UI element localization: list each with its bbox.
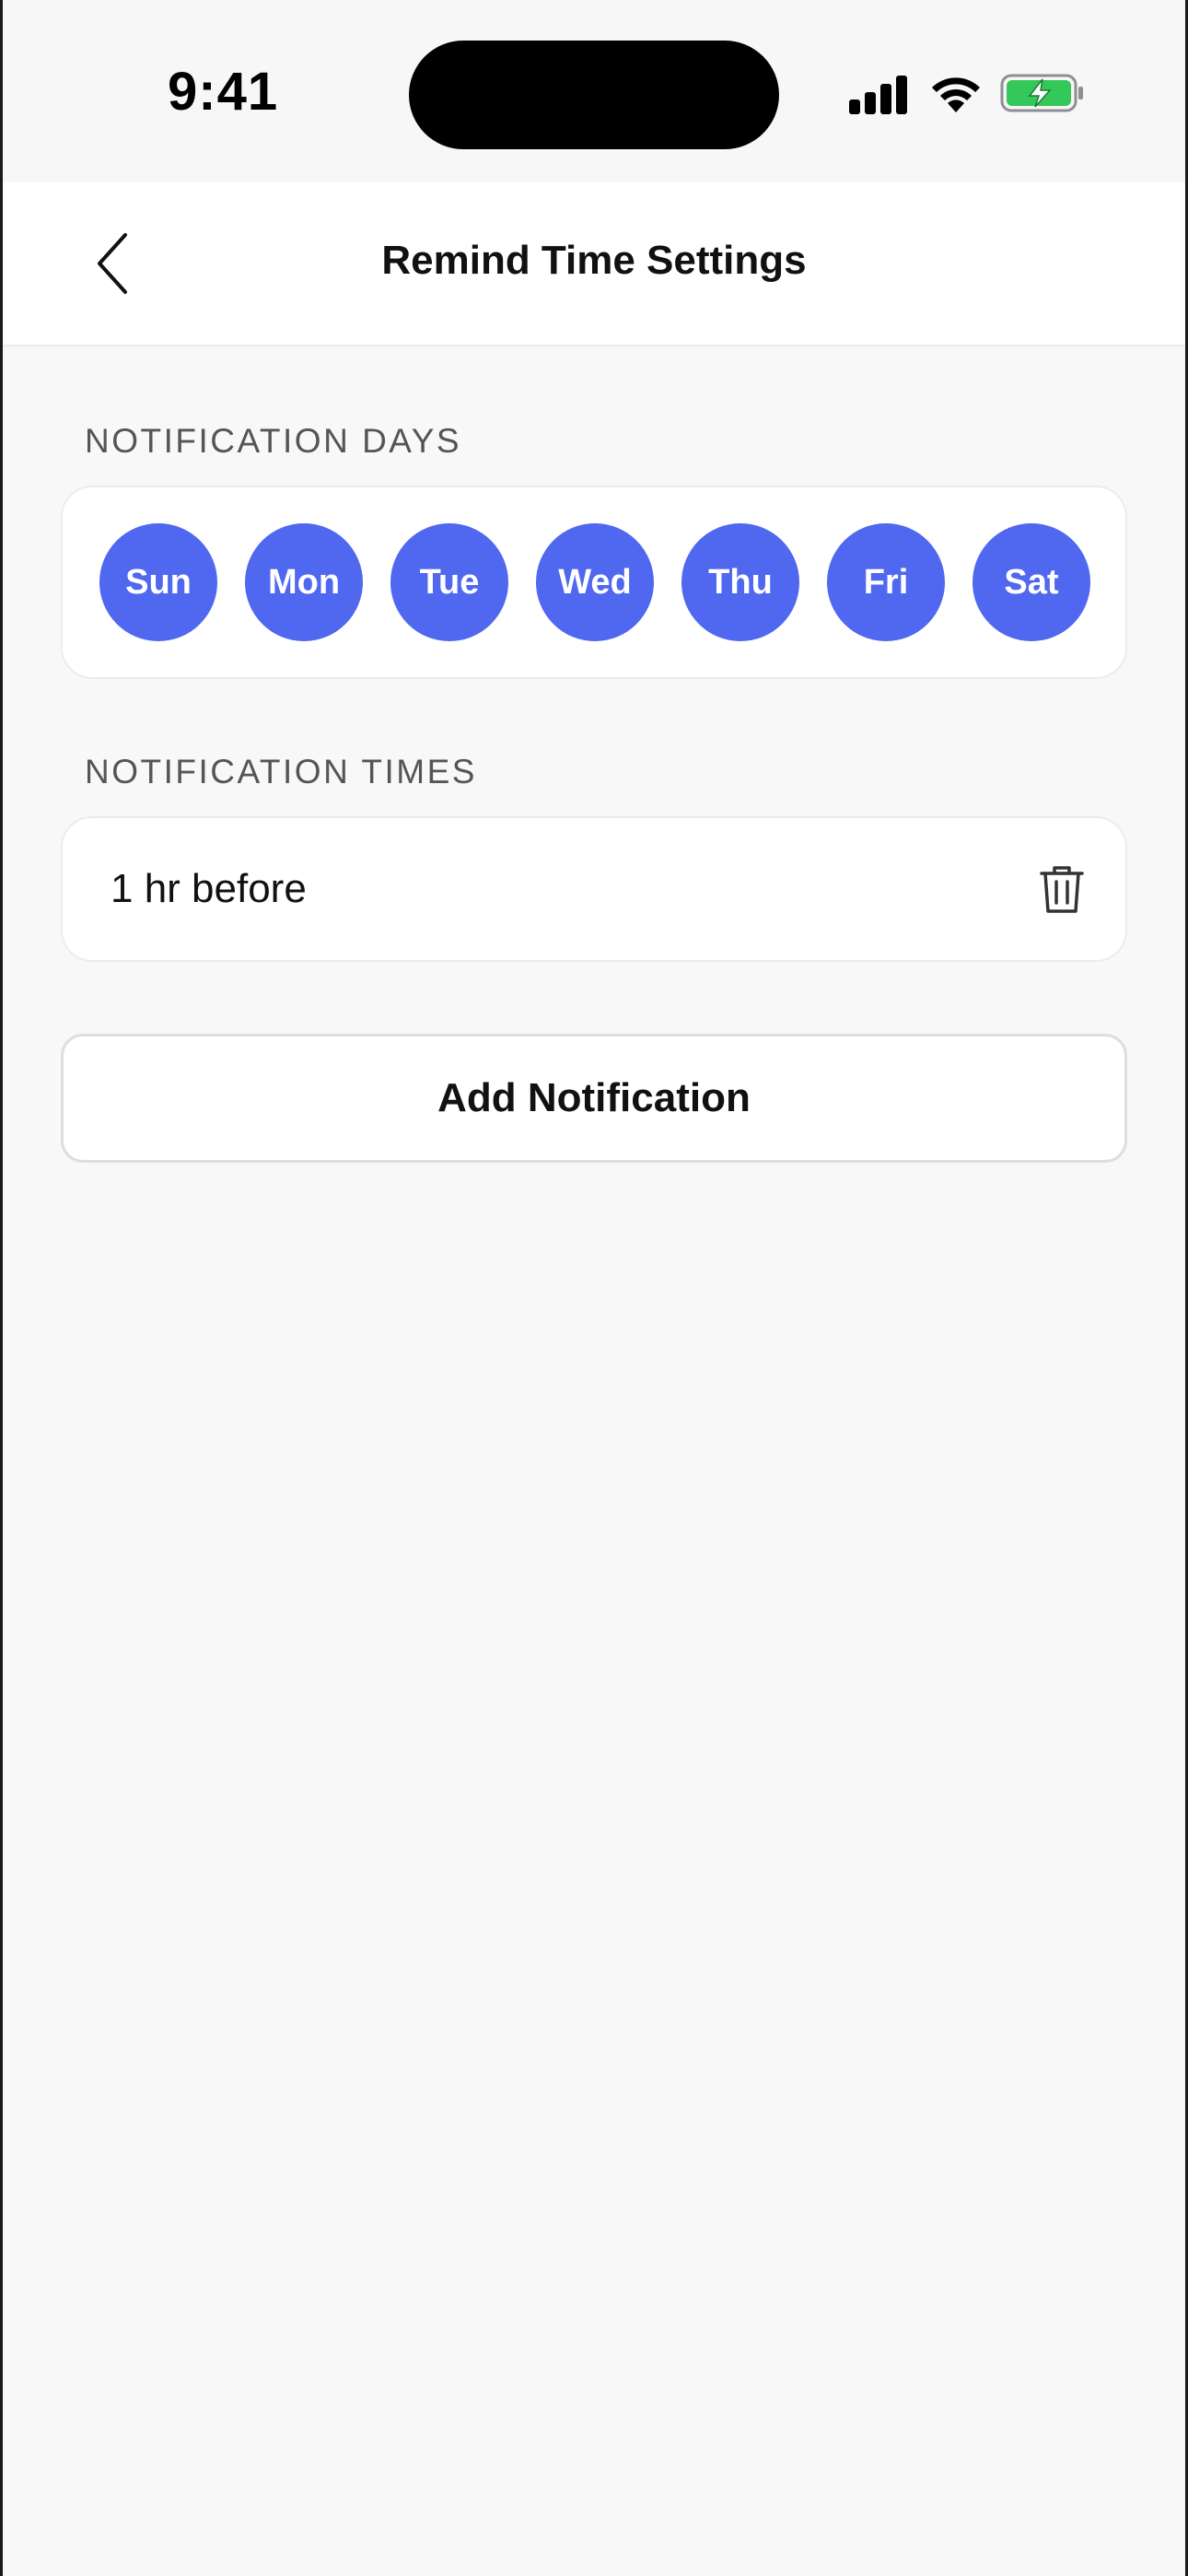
day-chip-thu[interactable]: Thu [681,523,799,641]
battery-charging-icon [1000,74,1083,112]
add-notification-button[interactable]: Add Notification [61,1034,1127,1163]
notification-times-card: 1 hr before [61,816,1127,962]
trash-icon [1040,866,1084,913]
notification-days-card: Sun Mon Tue Wed Thu Fri Sat [61,486,1127,679]
page-title: Remind Time Settings [381,238,807,283]
day-chip-sat[interactable]: Sat [973,523,1090,641]
dynamic-island [409,41,779,149]
signal-icon [849,76,907,114]
delete-button[interactable] [1031,859,1092,919]
status-time: 9:41 [168,62,279,122]
notification-times-header: NOTIFICATION TIMES [85,753,477,790]
day-chip-fri[interactable]: Fri [827,523,945,641]
device-frame [0,0,1188,2576]
day-chip-mon[interactable]: Mon [245,523,363,641]
status-bar: 9:41 [0,0,1188,182]
day-chip-wed[interactable]: Wed [536,523,654,641]
day-chip-sun[interactable]: Sun [99,523,217,641]
list-item[interactable]: 1 hr before [63,818,1125,960]
notification-time-label: 1 hr before [111,866,307,911]
days-row: Sun Mon Tue Wed Thu Fri Sat [99,523,1090,641]
wifi-icon [932,77,980,112]
day-chip-tue[interactable]: Tue [390,523,508,641]
notification-days-header: NOTIFICATION DAYS [85,422,462,460]
nav-bar: Remind Time Settings [0,182,1188,346]
